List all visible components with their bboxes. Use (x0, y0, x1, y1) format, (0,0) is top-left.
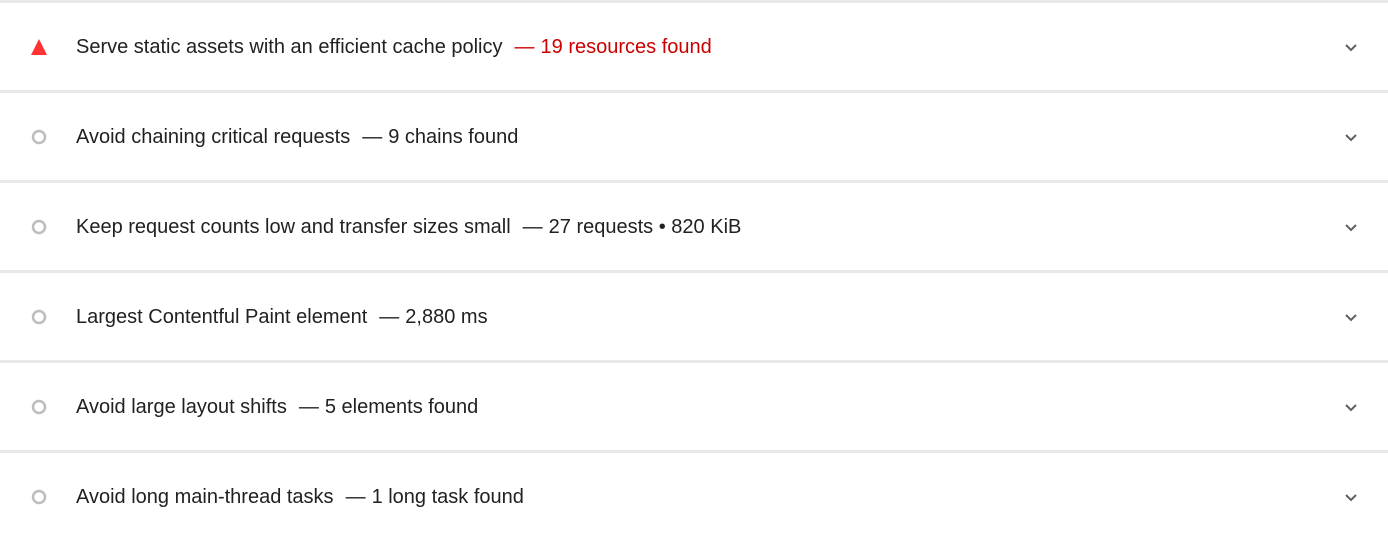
gray-circle-icon (30, 488, 48, 506)
audit-text: Avoid long main-thread tasks —1 long task… (76, 485, 524, 509)
chevron-down-icon[interactable] (1341, 127, 1361, 147)
audit-title: Avoid long main-thread tasks (76, 485, 334, 508)
audit-text: Avoid chaining critical requests —9 chain… (76, 125, 518, 149)
audit-row-lcp-element[interactable]: Largest Contentful Paint element —2,880 m… (0, 273, 1388, 360)
audit-title: Serve static assets with an efficient ca… (76, 35, 503, 58)
chevron-down-icon[interactable] (1341, 217, 1361, 237)
gray-circle-icon (30, 308, 48, 326)
audit-text: Serve static assets with an efficient ca… (76, 35, 712, 59)
audit-row-long-tasks[interactable]: Avoid long main-thread tasks —1 long task… (0, 453, 1388, 540)
audit-row-critical-request-chains[interactable]: Avoid chaining critical requests —9 chain… (0, 93, 1388, 180)
gray-circle-icon (30, 218, 48, 236)
audit-separator: — (298, 395, 319, 418)
audit-separator: — (362, 125, 383, 148)
audit-display-value: 1 long task found (371, 485, 524, 508)
audit-title: Avoid large layout shifts (76, 395, 287, 418)
audit-list: Serve static assets with an efficient ca… (0, 0, 1388, 542)
audit-title: Largest Contentful Paint element (76, 305, 368, 328)
audit-text: Avoid large layout shifts —5 elements fou… (76, 395, 478, 419)
red-triangle-icon (30, 38, 48, 56)
audit-display-value: 2,880 ms (405, 305, 488, 328)
audit-row-resource-summary[interactable]: Keep request counts low and transfer siz… (0, 183, 1388, 270)
audit-row-cache-policy[interactable]: Serve static assets with an efficient ca… (0, 3, 1388, 90)
audit-text: Keep request counts low and transfer siz… (76, 215, 741, 239)
audit-text: Largest Contentful Paint element —2,880 m… (76, 305, 488, 329)
chevron-down-icon[interactable] (1341, 487, 1361, 507)
audit-row-layout-shifts[interactable]: Avoid large layout shifts —5 elements fou… (0, 363, 1388, 450)
audit-separator: — (345, 485, 366, 508)
audit-title: Avoid chaining critical requests (76, 125, 351, 148)
audit-separator: — (379, 305, 400, 328)
audit-display-value: 5 elements found (324, 395, 479, 418)
audit-separator: — (514, 35, 535, 58)
audit-display-value: 19 resources found (540, 35, 712, 58)
chevron-down-icon[interactable] (1341, 37, 1361, 57)
gray-circle-icon (30, 398, 48, 416)
audit-display-value: 27 requests • 820 KiB (548, 215, 742, 238)
chevron-down-icon[interactable] (1341, 397, 1361, 417)
audit-display-value: 9 chains found (388, 125, 519, 148)
gray-circle-icon (30, 128, 48, 146)
audit-title: Keep request counts low and transfer siz… (76, 215, 511, 238)
chevron-down-icon[interactable] (1341, 307, 1361, 327)
audit-separator: — (522, 215, 543, 238)
